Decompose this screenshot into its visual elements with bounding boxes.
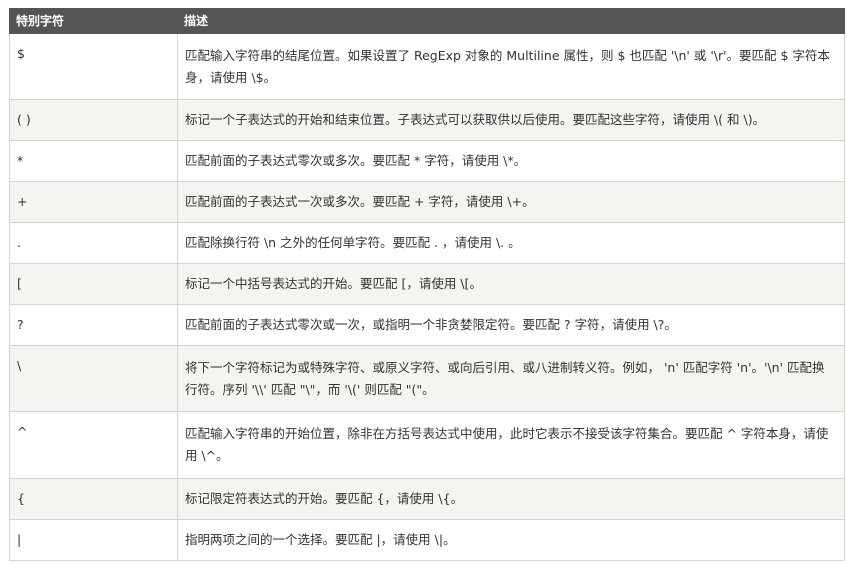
row-char: . (9, 222, 178, 264)
row-description: 标记限定符表达式的开始。要匹配 {，请使用 \{。 (177, 478, 845, 520)
table-row: $ 匹配输入字符串的结尾位置。如果设置了 RegExp 对象的 Multilin… (9, 33, 845, 100)
row-description: 匹配输入字符串的结尾位置。如果设置了 RegExp 对象的 Multiline … (177, 33, 845, 100)
row-char: + (9, 181, 178, 223)
row-description: 匹配除换行符 \n 之外的任何单字符。要匹配 . ，请使用 \. 。 (177, 222, 845, 264)
row-char: { (9, 478, 178, 520)
table-row: + 匹配前面的子表达式一次或多次。要匹配 + 字符，请使用 \+。 (9, 181, 845, 223)
special-chars-table-container: 特别字符 描述 $ 匹配输入字符串的结尾位置。如果设置了 RegExp 对象的 … (9, 8, 845, 561)
row-char: $ (9, 33, 178, 100)
table-row: ( ) 标记一个子表达式的开始和结束位置。子表达式可以获取供以后使用。要匹配这些… (9, 99, 845, 141)
table-row: \ 将下一个字符标记为或特殊字符、或原义字符、或向后引用、或八进制转义符。例如，… (9, 345, 845, 412)
table-header-row: 特别字符 描述 (9, 8, 845, 34)
special-chars-table: 特别字符 描述 $ 匹配输入字符串的结尾位置。如果设置了 RegExp 对象的 … (9, 8, 845, 561)
row-description: 匹配输入字符串的开始位置，除非在方括号表达式中使用，此时它表示不接受该字符集合。… (177, 411, 845, 479)
table-row: { 标记限定符表达式的开始。要匹配 {，请使用 \{。 (9, 478, 845, 520)
table-row: ^ 匹配输入字符串的开始位置，除非在方括号表达式中使用，此时它表示不接受该字符集… (9, 411, 845, 479)
row-description: 匹配前面的子表达式零次或一次，或指明一个非贪婪限定符。要匹配 ? 字符，请使用 … (177, 304, 845, 346)
header-special-char: 特别字符 (9, 8, 178, 34)
table-row: . 匹配除换行符 \n 之外的任何单字符。要匹配 . ，请使用 \. 。 (9, 222, 845, 264)
row-char: ? (9, 304, 178, 346)
row-char: ( ) (9, 99, 178, 141)
row-description: 匹配前面的子表达式零次或多次。要匹配 * 字符，请使用 \*。 (177, 140, 845, 182)
row-description: 标记一个子表达式的开始和结束位置。子表达式可以获取供以后使用。要匹配这些字符，请… (177, 99, 845, 141)
row-char: [ (9, 263, 178, 305)
row-char: ^ (9, 411, 178, 479)
row-char: | (9, 519, 178, 561)
table-row: * 匹配前面的子表达式零次或多次。要匹配 * 字符，请使用 \*。 (9, 140, 845, 182)
header-description: 描述 (177, 8, 845, 34)
row-char: * (9, 140, 178, 182)
row-description: 标记一个中括号表达式的开始。要匹配 [，请使用 \[。 (177, 263, 845, 305)
table-row: | 指明两项之间的一个选择。要匹配 |，请使用 \|。 (9, 519, 845, 561)
row-description: 将下一个字符标记为或特殊字符、或原义字符、或向后引用、或八进制转义符。例如， '… (177, 345, 845, 412)
row-description: 匹配前面的子表达式一次或多次。要匹配 + 字符，请使用 \+。 (177, 181, 845, 223)
table-row: ? 匹配前面的子表达式零次或一次，或指明一个非贪婪限定符。要匹配 ? 字符，请使… (9, 304, 845, 346)
row-description: 指明两项之间的一个选择。要匹配 |，请使用 \|。 (177, 519, 845, 561)
table-row: [ 标记一个中括号表达式的开始。要匹配 [，请使用 \[。 (9, 263, 845, 305)
row-char: \ (9, 345, 178, 412)
